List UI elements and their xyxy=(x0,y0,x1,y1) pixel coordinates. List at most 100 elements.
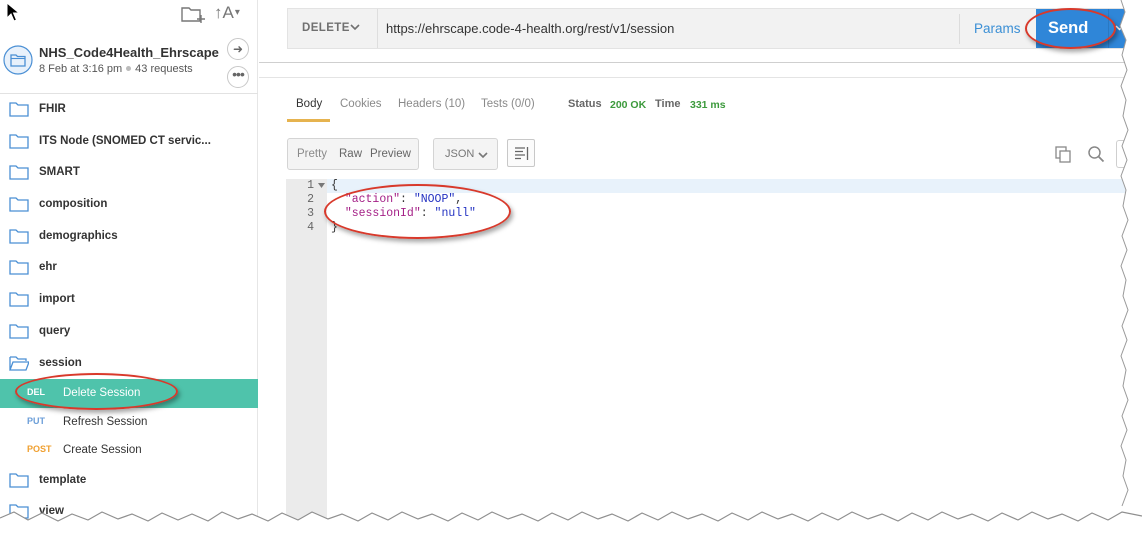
raw-button[interactable]: Raw xyxy=(339,148,362,160)
folder-label: ITS Node (SNOMED CT servic... xyxy=(39,134,211,147)
folder-item-query[interactable]: query xyxy=(0,316,258,348)
params-divider xyxy=(959,14,960,44)
pretty-button[interactable]: Pretty xyxy=(297,148,327,160)
method-value: DELETE xyxy=(302,22,350,34)
folder-label: composition xyxy=(39,198,108,211)
folder-label: SMART xyxy=(39,166,80,179)
tab-body[interactable]: Body xyxy=(296,98,322,110)
active-tab-indicator xyxy=(287,119,330,122)
collection-header[interactable]: NHS_Code4Health_Ehrscape 8 Feb at 3:16 p… xyxy=(0,36,258,94)
line-number: 3 xyxy=(307,207,314,220)
collection-folder-icon xyxy=(3,45,33,75)
method-badge: POST xyxy=(27,444,52,455)
tab-tests[interactable]: Tests (0/0) xyxy=(481,98,535,110)
folder-item-import[interactable]: import xyxy=(0,284,258,316)
request-label: Create Session xyxy=(63,444,142,457)
time-value: 331 ms xyxy=(690,99,726,111)
request-label: Delete Session xyxy=(63,387,141,400)
folder-item-smart[interactable]: SMART xyxy=(0,157,258,189)
open-folder-icon xyxy=(9,355,29,371)
json-brace: { xyxy=(331,179,338,192)
folder-label: template xyxy=(39,473,87,486)
code-line: "sessionId": "null" xyxy=(344,207,476,220)
wrap-lines-button[interactable] xyxy=(507,139,535,167)
folder-item-its-node[interactable]: ITS Node (SNOMED CT servic... xyxy=(0,126,258,158)
folder-icon xyxy=(9,324,29,339)
cursor-icon xyxy=(6,2,20,22)
active-line-highlight xyxy=(327,179,1129,193)
separator-dot xyxy=(126,66,132,71)
folder-item-template[interactable]: template xyxy=(0,465,258,497)
arrow-right-icon[interactable]: ➜ xyxy=(227,38,249,60)
tab-cookies[interactable]: Cookies xyxy=(340,98,382,110)
format-select[interactable]: JSON xyxy=(433,138,498,170)
collection-meta: 8 Feb at 3:16 pm 43 requests xyxy=(39,63,193,75)
response-body-editor[interactable]: 1 2 3 4 { "action": "NOOP", "sessionId":… xyxy=(286,179,1129,534)
folder-label: ehr xyxy=(39,261,57,274)
main-panel: DELETE Params Send Body Cookies Headers … xyxy=(259,0,1142,534)
preview-button[interactable]: Preview xyxy=(370,148,411,160)
sort-icon[interactable]: ↑A▾ xyxy=(214,3,252,25)
folder-item-composition[interactable]: composition xyxy=(0,189,258,221)
request-item-delete-session[interactable]: DEL Delete Session xyxy=(0,379,258,408)
folder-label: session xyxy=(39,356,82,369)
torn-edge-right xyxy=(1119,0,1142,534)
json-value: "null" xyxy=(434,207,476,220)
tab-headers[interactable]: Headers (10) xyxy=(398,98,465,110)
folder-item-fhir[interactable]: FHIR xyxy=(0,94,258,126)
folder-item-session[interactable]: session xyxy=(0,348,258,380)
line-number: 2 xyxy=(307,193,314,206)
json-key: "action" xyxy=(344,193,401,206)
line-number: 1 xyxy=(307,179,314,192)
request-label: Refresh Session xyxy=(63,415,148,428)
format-value: JSON xyxy=(445,148,475,160)
params-button[interactable]: Params xyxy=(974,21,1021,36)
url-input[interactable] xyxy=(384,9,954,48)
ellipsis-icon[interactable]: ••• xyxy=(227,66,249,88)
method-badge: PUT xyxy=(27,415,45,426)
line-number: 4 xyxy=(307,221,314,234)
divider xyxy=(259,77,1142,78)
folder-label: import xyxy=(39,293,75,306)
folder-label: FHIR xyxy=(39,103,66,115)
copy-icon[interactable] xyxy=(1055,146,1071,163)
wrap-lines-icon xyxy=(515,147,529,160)
collection-name: NHS_Code4Health_Ehrscape xyxy=(39,45,219,60)
search-icon[interactable] xyxy=(1087,145,1105,163)
folder-icon xyxy=(9,197,29,212)
folder-icon xyxy=(9,229,29,244)
torn-edge-bottom xyxy=(0,511,1142,534)
folder-label: query xyxy=(39,324,71,337)
code-line: "action": "NOOP", xyxy=(344,193,463,206)
new-folder-icon[interactable] xyxy=(180,4,206,24)
time-label: Time xyxy=(655,98,681,110)
chevron-down-icon xyxy=(478,152,488,159)
view-mode-toggle: Pretty Raw Preview xyxy=(287,138,419,170)
request-item-create-session[interactable]: POST Create Session xyxy=(0,436,258,465)
folder-icon xyxy=(9,165,29,181)
line-number-gutter: 1 2 3 4 xyxy=(286,179,327,534)
code-line: { xyxy=(331,179,338,192)
folder-item-ehr[interactable]: ehr xyxy=(0,252,258,284)
folder-icon xyxy=(9,292,29,307)
collection-date: 8 Feb at 3:16 pm xyxy=(39,63,123,75)
json-key: "sessionId" xyxy=(344,207,421,220)
method-badge: DEL xyxy=(27,387,45,398)
folder-list: FHIR ITS Node (SNOMED CT servic... SMART… xyxy=(0,94,258,528)
divider xyxy=(259,62,1142,63)
request-item-refresh-session[interactable]: PUT Refresh Session xyxy=(0,408,258,437)
folder-item-demographics[interactable]: demographics xyxy=(0,221,258,253)
folder-icon xyxy=(9,134,29,149)
send-button[interactable]: Send xyxy=(1036,9,1108,48)
folder-label: demographics xyxy=(39,229,118,242)
folder-icon xyxy=(9,102,29,117)
json-value: "NOOP" xyxy=(413,193,456,206)
fold-arrow-icon[interactable] xyxy=(318,183,325,189)
sidebar: ↑A▾ NHS_Code4Health_Ehrscape 8 Feb at 3:… xyxy=(0,0,258,534)
method-select[interactable]: DELETE xyxy=(288,9,378,48)
folder-icon xyxy=(9,260,29,276)
collection-request-count: 43 requests xyxy=(135,63,193,75)
status-value: 200 OK xyxy=(610,99,647,111)
folder-icon xyxy=(9,473,29,488)
code-line: } xyxy=(331,221,338,234)
